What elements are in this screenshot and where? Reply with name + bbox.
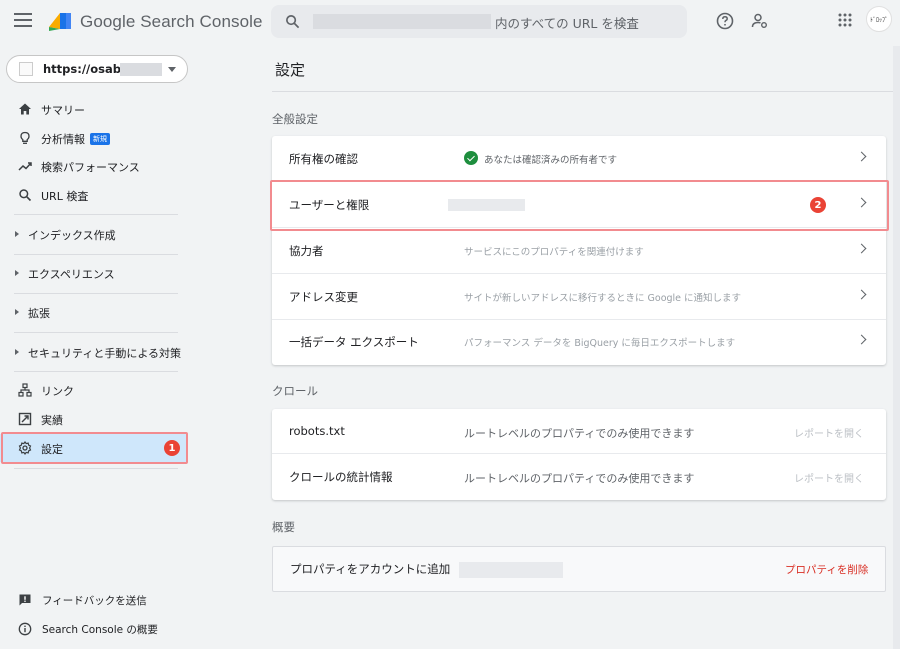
sidebar-group-experience[interactable]: エクスペリエンス [0,260,190,286]
sidebar-item-links[interactable]: リンク [0,377,190,403]
menu-icon[interactable] [14,13,32,27]
bottom-item-label: Search Console の概要 [42,624,158,636]
divider [14,293,178,294]
settings-row-crawl-stats: クロールの統計情報 ルートレベルのプロパティでのみ使用できます レポートを開く [272,454,886,500]
apps-grid-icon[interactable] [838,13,852,27]
divider [14,332,178,333]
row-description: ルートレベルのプロパティでのみ使用できます [464,472,695,485]
section-heading-about: 概要 [272,520,295,534]
home-icon [19,103,31,115]
row-label: robots.txt [289,424,345,438]
section-heading-crawl: クロール [272,384,318,398]
step-1-highlight [1,432,188,464]
check-circle-icon [464,151,478,165]
sidebar-item-performance[interactable]: 検索パフォーマンス [0,153,190,179]
links-icon [18,383,32,397]
sidebar-item-url-inspection[interactable]: URL 検査 [0,182,190,208]
sidebar-group-label: インデックス作成 [28,229,116,242]
lightbulb-icon [20,131,30,144]
row-label: 所有権の確認 [289,152,358,166]
divider [272,91,900,92]
open-report-link[interactable]: レポートを開く [794,470,864,485]
open-report-link[interactable]: レポートを開く [794,425,864,440]
avatar[interactable]: ﾄﾞﾛｯﾌﾟ [866,6,892,32]
expand-arrow-icon [15,270,19,276]
row-description: あなたは確認済みの所有者です [484,155,618,166]
row-description: サービスにこのプロパティを関連付けます [464,247,644,258]
help-icon[interactable] [716,12,734,30]
url-inspection-search[interactable]: 内のすべての URL を検査 [271,5,687,38]
row-description: ルートレベルのプロパティでのみ使用できます [464,427,695,440]
divider [14,254,178,255]
search-console-logo-icon [49,13,71,31]
search-placeholder: 内のすべての URL を検査 [495,16,639,31]
settings-row-associations[interactable]: 協力者 サービスにこのプロパティを関連付けます [272,228,886,274]
add-property-label: プロパティをアカウントに追加 [290,562,451,576]
settings-row-bulk-export[interactable]: 一括データ エクスポート パフォーマンス データを BigQuery に毎日エク… [272,319,886,365]
sidebar-group-label: 拡張 [28,307,50,320]
sidebar-item-insights[interactable]: 分析情報 新規 [0,125,190,151]
row-description: パフォーマンス データを BigQuery に毎日エクスポートします [464,338,736,349]
achievements-icon [18,412,32,426]
sidebar-item-label: 分析情報 [41,133,85,146]
chevron-down-icon [168,67,176,72]
info-icon [18,622,32,636]
chevron-right-icon [856,289,867,300]
property-favicon-icon [19,62,33,76]
search-icon [19,189,32,202]
user-settings-icon[interactable] [751,12,769,30]
trending-icon [18,162,32,171]
row-label: 協力者 [289,244,324,258]
row-description: サイトが新しいアドレスに移行するときに Google に通知します [464,293,742,304]
sidebar-item-label: 実績 [41,414,63,427]
property-selector[interactable]: https://osaboo [6,55,188,83]
divider [14,371,178,372]
redacted-property [313,14,491,29]
scrollbar[interactable] [893,46,900,649]
page-title: 設定 [275,61,306,79]
sidebar-item-label: URL 検査 [41,190,89,203]
crawl-settings-card: robots.txt ルートレベルのプロパティでのみ使用できます レポートを開く… [272,409,886,500]
settings-row-change-address[interactable]: アドレス変更 サイトが新しいアドレスに移行するときに Google に通知します [272,274,886,320]
sidebar-item-label: サマリー [41,104,85,117]
delete-property-button[interactable]: プロパティを削除 [785,562,868,577]
sidebar-group-indexing[interactable]: インデックス作成 [0,221,190,247]
feedback-icon [19,594,31,606]
divider [14,214,178,215]
general-settings-card: 所有権の確認 あなたは確認済みの所有者です ユーザーと権限 2 協力者 サービス… [272,136,886,365]
step-1-badge: 1 [164,440,180,456]
expand-arrow-icon [15,349,19,355]
sidebar-item-summary[interactable]: サマリー [0,96,190,122]
expand-arrow-icon [15,309,19,315]
row-label: アドレス変更 [289,290,358,304]
expand-arrow-icon [15,231,19,237]
chevron-right-icon [856,334,867,345]
sidebar-item-achievements[interactable]: 実績 [0,406,190,432]
new-badge: 新規 [90,133,110,145]
redacted-value [459,562,563,578]
about-search-console-link[interactable]: Search Console の概要 [0,617,190,641]
sidebar-item-label: リンク [41,385,74,398]
sidebar-item-label: 検索パフォーマンス [41,161,140,174]
redacted-property [120,63,162,76]
sidebar-group-enhancements[interactable]: 拡張 [0,299,190,325]
divider [14,468,178,469]
settings-row-robots-txt: robots.txt ルートレベルのプロパティでのみ使用できます レポートを開く [272,409,886,454]
top-bar: Google Search Console 内のすべての URL を検査 ﾄﾞﾛ… [0,0,900,46]
row-label: 一括データ エクスポート [289,335,419,349]
about-card: プロパティをアカウントに追加 プロパティを削除 [272,546,886,592]
sidebar-group-label: エクスペリエンス [28,268,115,281]
app-name: Google Search Console [80,12,263,31]
search-icon [286,15,300,29]
chevron-right-icon [856,243,867,254]
chevron-right-icon [856,151,867,162]
bottom-item-label: フィードバックを送信 [42,595,147,607]
step-2-highlight [270,180,889,231]
section-heading-general: 全般設定 [272,112,318,126]
sidebar-group-security[interactable]: セキュリティと手動による対策 [0,339,190,365]
send-feedback-link[interactable]: フィードバックを送信 [0,588,190,612]
sidebar-group-label: セキュリティと手動による対策 [28,347,182,360]
settings-row-ownership[interactable]: 所有権の確認 あなたは確認済みの所有者です [272,136,886,182]
row-label: クロールの統計情報 [289,470,393,484]
